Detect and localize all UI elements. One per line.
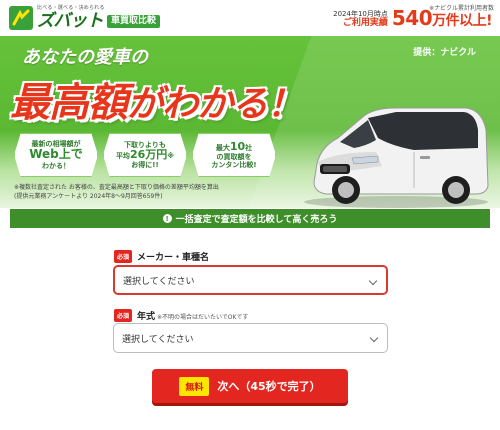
instruction-bar: ! 一括査定で査定額を比較して高く売ろう bbox=[10, 209, 490, 228]
maker-field-header: 必須 メーカー・車種名 bbox=[114, 250, 209, 263]
info-icon: ! bbox=[162, 214, 172, 223]
maker-select-value: 選択してください bbox=[123, 276, 195, 287]
headline-rest: がわかる！ bbox=[127, 84, 303, 125]
year-select[interactable]: 選択してください bbox=[113, 323, 388, 353]
chevron-down-icon bbox=[368, 276, 378, 286]
year-label: 年式 ※不明の場合はだいたいでOKです bbox=[137, 312, 249, 322]
hero-banner: あなたの愛車の 提供：ナビクル 最高額 がわかる！ 最新の相場額が Web上で … bbox=[0, 36, 500, 208]
instruction-text: 一括査定で査定額を比較して高く売ろう bbox=[175, 215, 338, 225]
maker-label: メーカー・車種名 bbox=[137, 253, 210, 263]
year-field-header: 必須 年式 ※不明の場合はだいたいでOKです bbox=[114, 309, 248, 322]
chevron-down-icon bbox=[369, 333, 379, 343]
feature-list: 最新の相場額が Web上で わかる！ 下取りよりも 平均26万円※ お得に!! … bbox=[14, 133, 276, 177]
brand-badge: 車買取比較 bbox=[107, 15, 161, 28]
feature-average-gain: 下取りよりも 平均26万円※ お得に!! bbox=[103, 133, 187, 177]
site-header: 比べる・選べる・決められる ズバット 車買取比較 ※ナビクル累計利用者数 202… bbox=[0, 0, 500, 36]
hero-headline: 最高額 がわかる！ bbox=[10, 70, 303, 128]
feature-compare-companies: 最大10社 の買取額を カンタン比較! bbox=[192, 133, 276, 177]
hero-footnote-source: (提供元業務アンケートより 2024年8〜9月回答659件) bbox=[14, 193, 163, 200]
logo-icon bbox=[8, 5, 34, 31]
hero-subtitle: あなたの愛車の bbox=[22, 47, 148, 68]
maker-select[interactable]: 選択してください bbox=[113, 265, 388, 295]
hero-footnote: ※複数社査定された お客様の、査定最高額と下取り価格の差額平均額を算出 bbox=[14, 184, 219, 191]
brand-name: ズバット bbox=[37, 11, 104, 31]
required-badge: 必須 bbox=[114, 250, 133, 263]
free-badge: 無料 bbox=[179, 376, 210, 396]
headline-strong: 最高額 bbox=[10, 80, 128, 126]
logo[interactable]: 比べる・選べる・決められる ズバット 車買取比較 bbox=[8, 5, 161, 31]
source-note: ※ナビクル累計利用者数 bbox=[429, 5, 494, 12]
next-button[interactable]: 無料 次へ（45秒で完了） bbox=[152, 369, 348, 403]
date-note: 2024年10月時点 bbox=[333, 9, 388, 18]
required-badge: 必須 bbox=[114, 309, 133, 322]
feature-web-price: 最新の相場額が Web上で わかる！ bbox=[14, 133, 98, 177]
hero-provider: 提供：ナビクル bbox=[413, 48, 476, 58]
car-image bbox=[304, 107, 489, 208]
usage-label: ご利用実績 bbox=[342, 17, 388, 28]
year-select-value: 選択してください bbox=[122, 334, 194, 345]
next-button-label: 次へ（45秒で完了） bbox=[217, 380, 321, 393]
year-hint: ※不明の場合はだいたいでOKです bbox=[157, 314, 249, 321]
